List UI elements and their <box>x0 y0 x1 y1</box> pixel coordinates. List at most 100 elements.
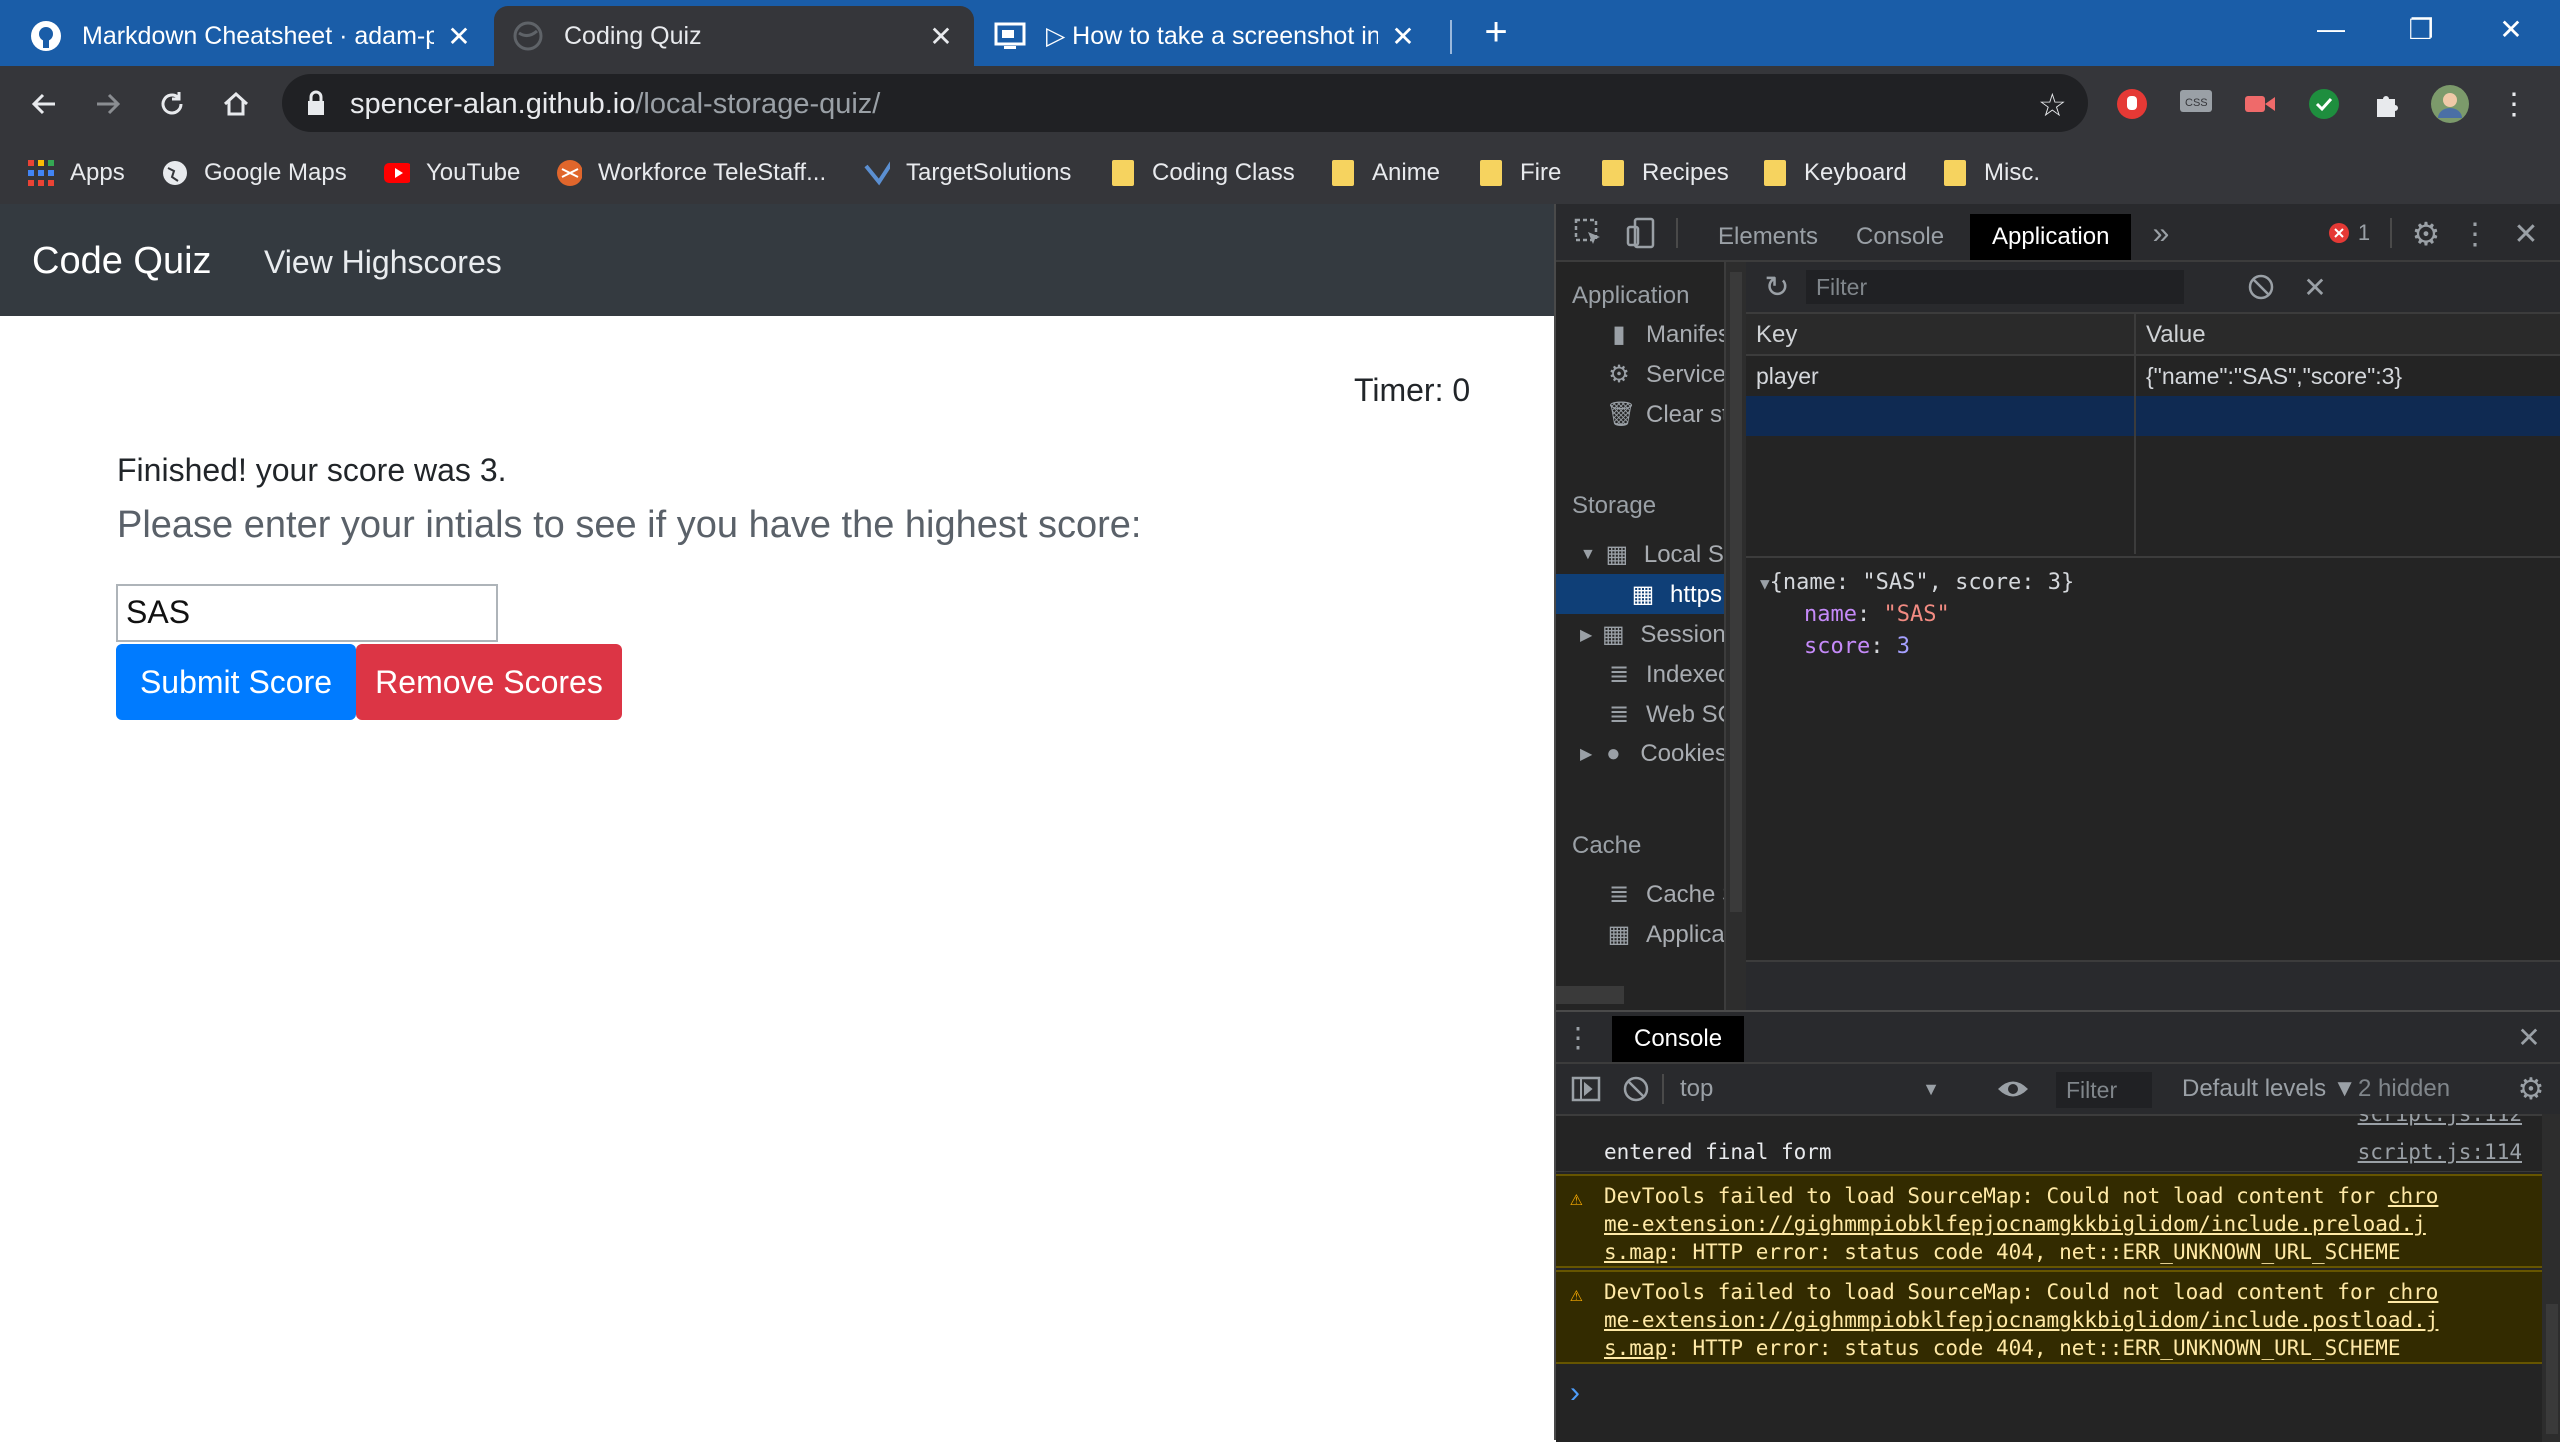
clear-all-icon[interactable] <box>2244 270 2278 304</box>
preview-summary[interactable]: ▼{name: "SAS", score: 3} <box>1760 570 2074 595</box>
tab-console[interactable]: Console <box>1834 214 1966 260</box>
sidebar-item-service-workers[interactable]: ⚙ Service Workers <box>1606 360 1724 389</box>
extensions-puzzle-icon[interactable] <box>2364 80 2412 128</box>
tab-application[interactable]: Application <box>1970 214 2132 260</box>
bookmark-youtube[interactable]: YouTube <box>384 152 520 194</box>
sourcemap-link[interactable]: chro <box>2388 1184 2439 1208</box>
source-link[interactable]: script.js:114 <box>2358 1132 2522 1172</box>
bookmark-folder-misc[interactable]: Misc. <box>1942 152 2040 194</box>
console-scrollbar[interactable] <box>2542 1114 2560 1442</box>
property-value: 3 <box>1896 634 1910 659</box>
sourcemap-link[interactable]: me-extension://gighmmpiobklfepjocnamgkkb… <box>1604 1308 2438 1332</box>
more-tabs-chevron-icon[interactable]: » <box>2146 214 2176 254</box>
sourcemap-link[interactable]: me-extension://gighmmpiobklfepjocnamgkkb… <box>1604 1212 2426 1236</box>
extension-css-icon[interactable]: CSS <box>2172 80 2220 128</box>
sidebar-item-indexeddb[interactable]: ≣ IndexedDB <box>1606 660 1724 689</box>
sidebar-item-clear-storage[interactable]: 🗑 Clear storage <box>1606 400 1724 429</box>
warning-icon: ⚠ <box>1570 1186 1583 1210</box>
source-link[interactable]: script.js:112 <box>2358 1114 2522 1126</box>
trash-icon: 🗑 <box>1606 401 1637 428</box>
sidebar-item-cookies[interactable]: ▶ ● Cookies <box>1580 740 1724 768</box>
scrollbar-thumb[interactable] <box>2546 1304 2558 1434</box>
scrollbar-thumb[interactable] <box>1730 272 1742 912</box>
sidebar-item-application-cache[interactable]: ▦ Application Cache <box>1606 920 1724 949</box>
minimize-button[interactable]: — <box>2286 0 2376 58</box>
live-expression-eye-icon[interactable] <box>1994 1074 2032 1104</box>
sidebar-item-origin-https[interactable]: ▦ https://spencer-alan.github.io <box>1630 580 1724 609</box>
drawer-tab-console[interactable]: Console <box>1612 1016 1745 1062</box>
clear-console-icon[interactable] <box>1620 1074 1652 1104</box>
console-prompt-chevron-icon[interactable]: › <box>1570 1376 1580 1410</box>
extension-video-icon[interactable] <box>2236 80 2284 128</box>
show-sidebar-icon[interactable] <box>1570 1074 1602 1104</box>
context-selector[interactable]: top ▼ <box>1680 1070 1950 1108</box>
console-settings-gear-icon[interactable]: ⚙ <box>2514 1072 2548 1106</box>
extension-check-icon[interactable] <box>2300 80 2348 128</box>
device-toolbar-icon[interactable] <box>1624 216 1658 250</box>
home-icon[interactable] <box>212 80 260 128</box>
sidebar-item-web-sql[interactable]: ≣ Web SQL <box>1606 700 1724 729</box>
sourcemap-link[interactable]: chro <box>2388 1280 2439 1304</box>
drawer-menu-icon[interactable]: ⋮ <box>1564 1020 1592 1054</box>
gear-icon: ⚙ <box>1608 361 1630 388</box>
sidebar-item-local-storage[interactable]: ▼ ▦ Local Storage <box>1580 540 1724 569</box>
table-cell-key[interactable]: player <box>1746 356 2134 396</box>
error-count[interactable]: 1 <box>2352 218 2376 248</box>
bookmark-targetsolutions[interactable]: TargetSolutions <box>864 152 1071 194</box>
bookmark-workforce-telestaff[interactable]: Workforce TeleStaff... <box>556 152 826 194</box>
svg-text:CSS: CSS <box>2185 97 2208 109</box>
tab-elements[interactable]: Elements <box>1696 214 1840 260</box>
sidebar-item-session-storage[interactable]: ▶ ▦ Session Storage <box>1580 620 1724 649</box>
column-header-value[interactable]: Value <box>2136 314 2560 356</box>
sidebar-item-cache-storage[interactable]: ≣ Cache Storage <box>1606 880 1724 909</box>
table-row-empty-selected[interactable] <box>1746 396 2560 436</box>
tab-coding-quiz[interactable]: Coding Quiz ✕ <box>494 6 974 66</box>
bookmark-folder-keyboard[interactable]: Keyboard <box>1762 152 1907 194</box>
bookmark-folder-anime[interactable]: Anime <box>1330 152 1440 194</box>
extension-hand-icon[interactable] <box>2108 80 2156 128</box>
devtools-close-icon[interactable]: ✕ <box>2506 214 2546 254</box>
restore-button[interactable]: ❐ <box>2376 0 2466 58</box>
tab-close-button[interactable]: ✕ <box>1388 20 1418 53</box>
sidebar-vertical-scrollbar[interactable] <box>1726 262 1746 1010</box>
bookmark-google-maps[interactable]: Google Maps <box>162 152 347 194</box>
inspect-element-icon[interactable] <box>1572 216 1606 250</box>
tab-close-button[interactable]: ✕ <box>926 20 956 53</box>
bookmark-star-icon[interactable]: ☆ <box>2038 86 2067 124</box>
brand-link[interactable]: Code Quiz <box>32 240 212 283</box>
error-icon[interactable] <box>2324 218 2354 248</box>
submit-score-button[interactable]: Submit Score <box>116 644 356 720</box>
storage-filter-input[interactable]: Filter <box>1806 270 2184 304</box>
reload-icon[interactable] <box>148 80 196 128</box>
back-arrow-icon[interactable] <box>20 80 68 128</box>
bookmark-folder-recipes[interactable]: Recipes <box>1600 152 1729 194</box>
initials-input[interactable]: SAS <box>116 584 498 642</box>
log-levels-dropdown[interactable]: Default levels ▼ <box>2182 1070 2357 1108</box>
new-tab-button[interactable]: + <box>1472 8 1520 56</box>
window-close-button[interactable]: ✕ <box>2466 0 2556 58</box>
address-bar[interactable]: spencer-alan.github.io/local-storage-qui… <box>282 74 2088 132</box>
bookmark-folder-coding-class[interactable]: Coding Class <box>1110 152 1295 194</box>
sourcemap-link[interactable]: s.map <box>1604 1336 1667 1360</box>
sourcemap-link[interactable]: s.map <box>1604 1240 1667 1264</box>
browser-menu-icon[interactable]: ⋮ <box>2490 80 2538 128</box>
drawer-close-icon[interactable]: ✕ <box>2512 1020 2546 1054</box>
console-filter-input[interactable]: Filter <box>2056 1072 2152 1108</box>
profile-avatar[interactable] <box>2426 80 2474 128</box>
remove-scores-button[interactable]: Remove Scores <box>356 644 622 720</box>
table-cell-value[interactable]: {"name":"SAS","score":3} <box>2136 356 2560 396</box>
sidebar-horizontal-scrollbar[interactable] <box>1556 986 1624 1004</box>
column-header-key[interactable]: Key <box>1746 314 2134 356</box>
refresh-icon[interactable]: ↻ <box>1760 270 1794 304</box>
view-highscores-link[interactable]: View Highscores <box>264 244 502 281</box>
devtools-settings-gear-icon[interactable]: ⚙ <box>2406 214 2446 254</box>
delete-selected-icon[interactable]: ✕ <box>2298 270 2332 304</box>
sidebar-item-manifest[interactable]: ▮ Manifest <box>1606 320 1724 349</box>
forward-arrow-icon[interactable] <box>84 80 132 128</box>
tab-screenshot-howto[interactable]: ▷ How to take a screenshot in W ✕ <box>976 6 1436 66</box>
tab-close-button[interactable]: ✕ <box>444 20 474 53</box>
tab-markdown-cheatsheet[interactable]: Markdown Cheatsheet · adam-p/ ✕ <box>12 6 492 66</box>
devtools-menu-icon[interactable]: ⋮ <box>2460 214 2490 254</box>
bookmark-apps[interactable]: Apps <box>28 152 125 194</box>
bookmark-folder-fire[interactable]: Fire <box>1478 152 1561 194</box>
